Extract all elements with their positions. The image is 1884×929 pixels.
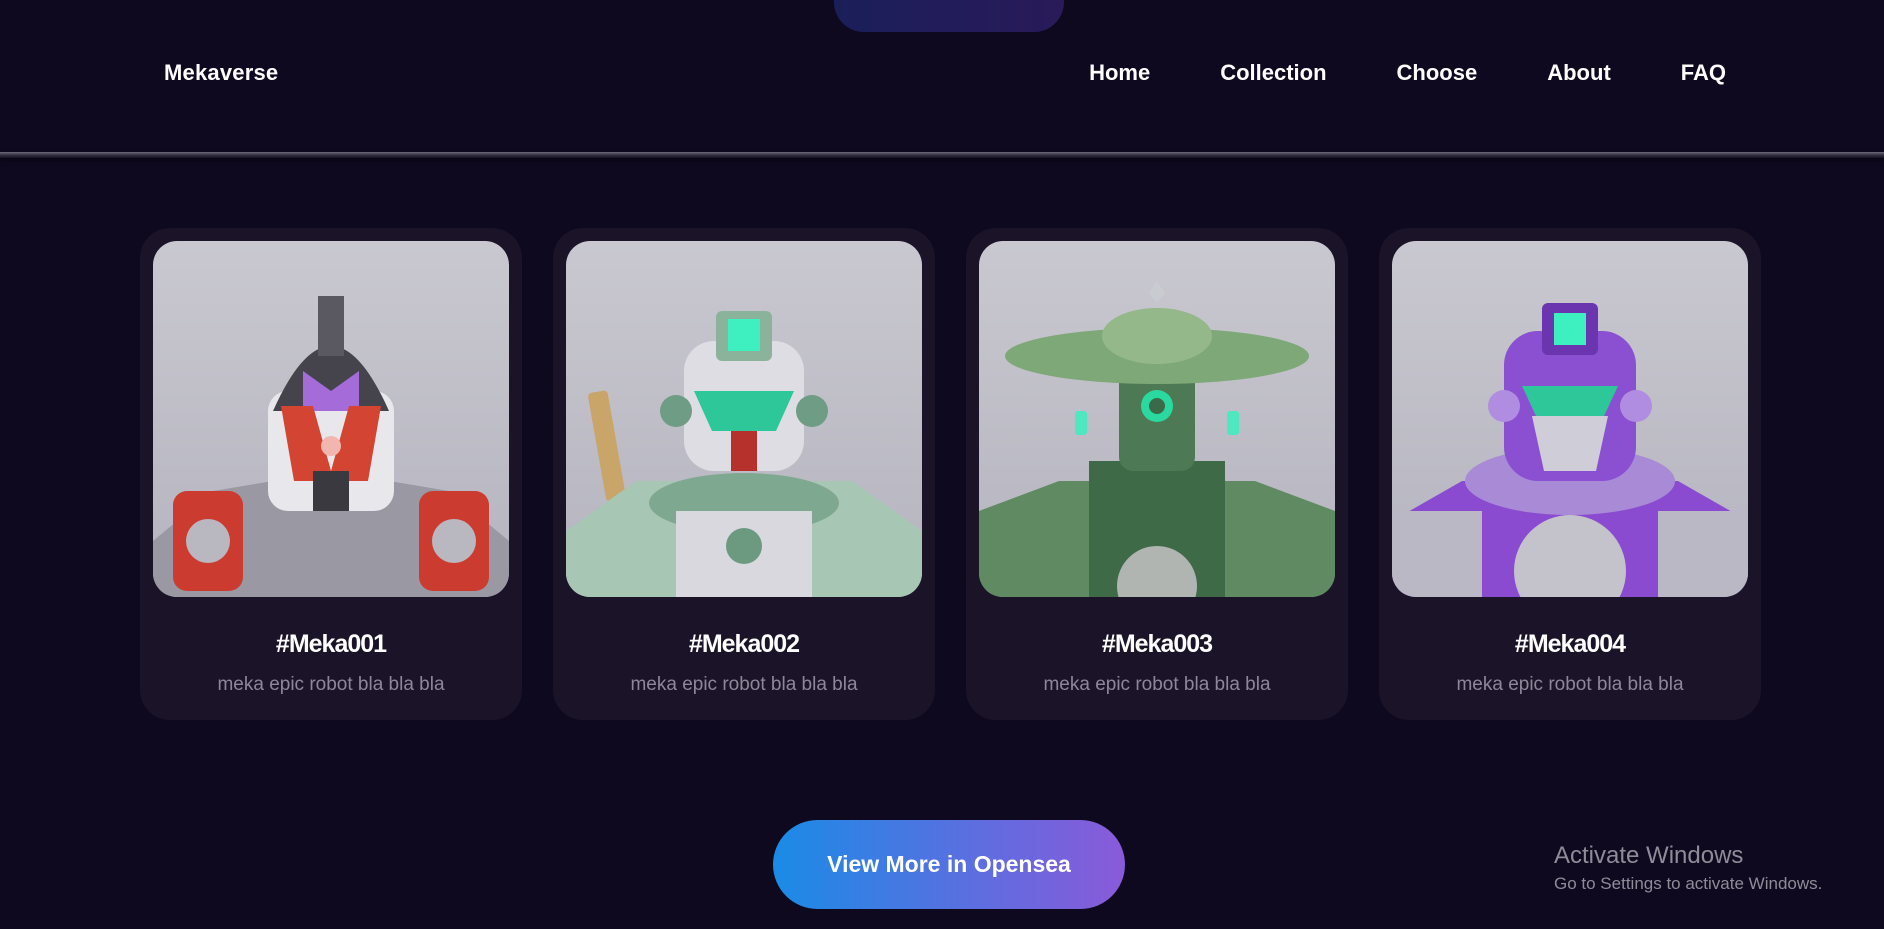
windows-activation-watermark: Activate Windows Go to Settings to activ… bbox=[1554, 842, 1822, 894]
nft-card-meka002[interactable]: #Meka002 meka epic robot bla bla bla bbox=[553, 228, 935, 720]
nft-card-meka001[interactable]: #Meka001 meka epic robot bla bla bla bbox=[140, 228, 522, 720]
card-description: meka epic robot bla bla bla bbox=[1456, 674, 1684, 695]
card-title: #Meka002 bbox=[688, 630, 800, 658]
nav-link-choose[interactable]: Choose bbox=[1397, 60, 1478, 86]
robot-purple-icon bbox=[1392, 303, 1748, 597]
nft-card-meka003[interactable]: #Meka003 meka epic robot bla bla bla bbox=[966, 228, 1348, 720]
robot-green-icon bbox=[979, 281, 1335, 597]
page: Mekaverse Home Collection Choose About F… bbox=[0, 0, 1884, 929]
nav-link-faq[interactable]: FAQ bbox=[1681, 60, 1726, 86]
navbar: Mekaverse Home Collection Choose About F… bbox=[0, 0, 1884, 152]
nav-link-collection[interactable]: Collection bbox=[1220, 60, 1326, 86]
nft-image-meka002 bbox=[566, 241, 922, 597]
nav-link-home[interactable]: Home bbox=[1089, 60, 1150, 86]
card-title: #Meka001 bbox=[275, 630, 387, 658]
card-description: meka epic robot bla bla bla bbox=[630, 674, 858, 695]
watermark-title: Activate Windows bbox=[1554, 842, 1744, 869]
card-description: meka epic robot bla bla bla bbox=[217, 674, 445, 695]
nav-links: Home Collection Choose About FAQ bbox=[1019, 60, 1726, 86]
robot-red-icon bbox=[153, 296, 509, 597]
nav-divider bbox=[0, 152, 1884, 158]
view-more-opensea-button[interactable]: View More in Opensea bbox=[773, 820, 1125, 909]
card-description: meka epic robot bla bla bla bbox=[1043, 674, 1271, 695]
nft-card-meka004[interactable]: #Meka004 meka epic robot bla bla bla bbox=[1379, 228, 1761, 720]
watermark-subtitle: Go to Settings to activate Windows. bbox=[1554, 874, 1823, 893]
robot-mint-icon bbox=[566, 311, 922, 597]
nft-card-grid: #Meka001 meka epic robot bla bla bla #Me… bbox=[140, 228, 1761, 720]
nft-image-meka004 bbox=[1392, 241, 1748, 597]
nft-image-meka003 bbox=[979, 241, 1335, 597]
brand-logo[interactable]: Mekaverse bbox=[164, 60, 278, 86]
nav-link-about[interactable]: About bbox=[1547, 60, 1611, 86]
nft-image-meka001 bbox=[153, 241, 509, 597]
card-title: #Meka003 bbox=[1101, 630, 1213, 658]
card-title: #Meka004 bbox=[1514, 630, 1626, 658]
